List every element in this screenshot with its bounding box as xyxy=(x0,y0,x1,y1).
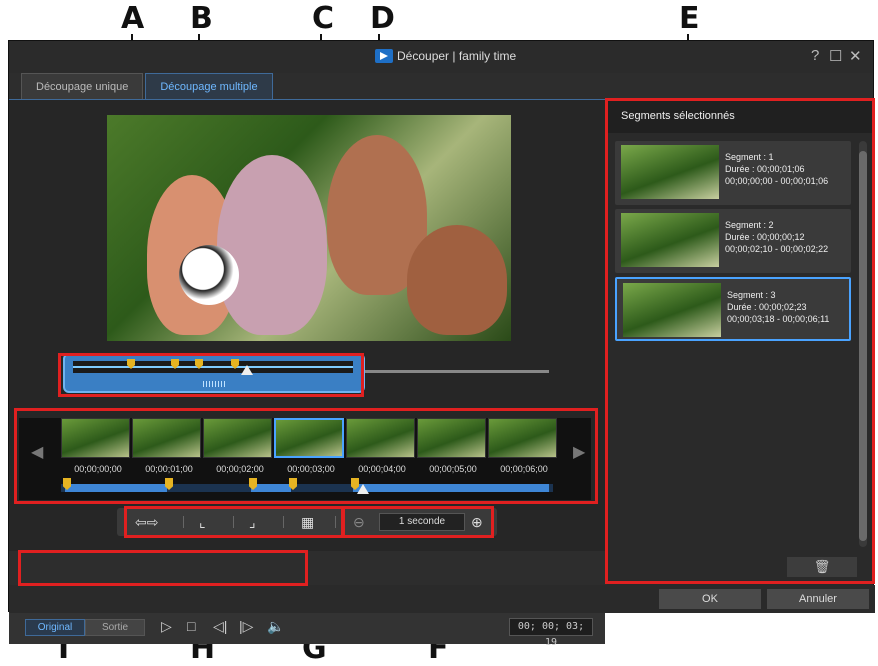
next-frame-icon[interactable]: |▷ xyxy=(239,618,253,635)
highlight-c xyxy=(58,353,364,397)
trim-tabs: Découpage unique Découpage multiple xyxy=(21,73,275,99)
callout-a: A xyxy=(121,1,145,36)
video-preview xyxy=(107,115,511,341)
tab-multi-trim[interactable]: Découpage multiple xyxy=(145,73,273,99)
help-button[interactable]: ? xyxy=(811,47,819,64)
cancel-button[interactable]: Annuler xyxy=(767,589,869,609)
highlight-g xyxy=(124,506,344,538)
close-button[interactable]: ✕ xyxy=(849,47,862,65)
play-icon[interactable]: ▷ xyxy=(161,618,172,635)
window-title-group: Découper | family time xyxy=(375,49,516,63)
volume-icon[interactable]: 🔈 xyxy=(267,618,284,635)
playback-bar: Original Sortie ▷ □ ◁| |▷ 🔈 00; 00; 03; … xyxy=(9,610,605,648)
maximize-button[interactable]: ☐ xyxy=(829,47,842,65)
window-title: Découper | family time xyxy=(397,49,517,63)
callout-d: D xyxy=(370,1,395,36)
stop-icon[interactable]: □ xyxy=(187,618,195,634)
app-icon xyxy=(375,49,393,63)
scrubber-rest-track xyxy=(365,370,549,373)
callout-b: B xyxy=(190,1,213,36)
tab-single-trim[interactable]: Découpage unique xyxy=(21,73,144,99)
highlight-e xyxy=(605,98,875,584)
highlight-f xyxy=(342,506,494,538)
preview-figure-boy xyxy=(407,225,507,335)
dialog-footer: OK Annuler xyxy=(9,585,875,613)
previous-frame-icon[interactable]: ◁| xyxy=(213,618,227,635)
highlight-d-i xyxy=(14,408,598,504)
current-timecode: 00; 00; 03; 19 xyxy=(509,618,593,648)
callout-c: C xyxy=(312,1,335,36)
annotated-screenshot: A B C D E I H G F Découper | family time… xyxy=(0,0,878,665)
original-mode-button[interactable]: Original xyxy=(25,619,85,636)
preview-mode-toggle: Original Sortie xyxy=(25,619,145,636)
output-mode-button[interactable]: Sortie xyxy=(85,619,145,636)
preview-figure-woman xyxy=(217,155,327,335)
soccer-ball xyxy=(179,245,239,305)
ok-button[interactable]: OK xyxy=(659,589,761,609)
highlight-h xyxy=(18,550,308,586)
title-bar: Découper | family time ? ☐ ✕ xyxy=(9,41,873,73)
callout-e: E xyxy=(679,1,700,36)
